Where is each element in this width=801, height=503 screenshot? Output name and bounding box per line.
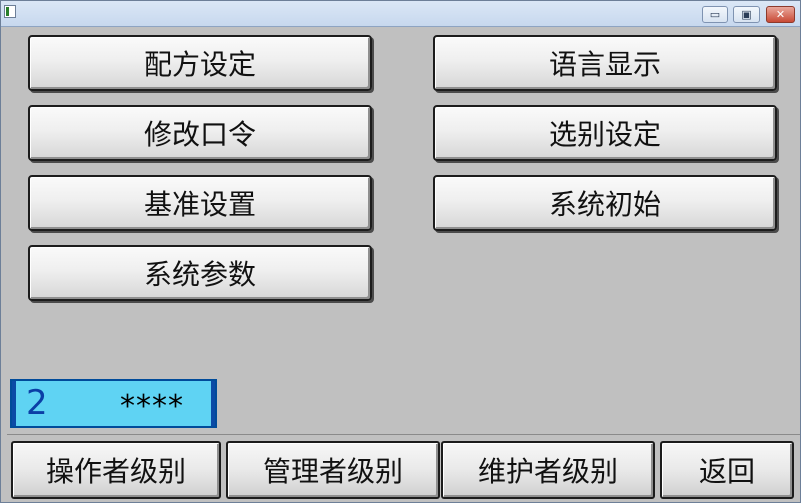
close-icon: ✕	[775, 8, 786, 21]
restore-icon: ▣	[741, 8, 752, 21]
restore-button[interactable]: ▣	[733, 6, 760, 23]
minimize-button[interactable]: ▭	[702, 6, 728, 23]
app-window: ▭ ▣ ✕ 配方设定 修改口令 基准设置 系统参数 语言显示 选别设定 系统初始…	[0, 0, 801, 503]
access-level-value: 2	[26, 383, 48, 423]
title-bar: ▭ ▣ ✕	[1, 1, 800, 27]
close-button[interactable]: ✕	[766, 6, 795, 23]
baseline-settings-button[interactable]: 基准设置	[28, 175, 372, 231]
app-icon	[4, 5, 16, 18]
bottom-toolbar: 操作者级别 管理者级别 维护者级别 返回	[7, 434, 800, 502]
language-display-button[interactable]: 语言显示	[433, 35, 777, 91]
system-parameters-button[interactable]: 系统参数	[28, 245, 372, 301]
recipe-settings-button[interactable]: 配方设定	[28, 35, 372, 91]
operator-level-button[interactable]: 操作者级别	[11, 441, 221, 499]
sorting-settings-button[interactable]: 选别设定	[433, 105, 777, 161]
back-button[interactable]: 返回	[660, 441, 794, 499]
minimize-icon: ▭	[709, 8, 721, 21]
change-password-button[interactable]: 修改口令	[28, 105, 372, 161]
password-input[interactable]: 2 ****	[10, 379, 217, 428]
maintainer-level-button[interactable]: 维护者级别	[441, 441, 655, 499]
main-panel: 配方设定 修改口令 基准设置 系统参数 语言显示 选别设定 系统初始 2 ***…	[3, 27, 800, 502]
system-init-button[interactable]: 系统初始	[433, 175, 777, 231]
password-mask: ****	[120, 389, 184, 424]
manager-level-button[interactable]: 管理者级别	[226, 441, 440, 499]
